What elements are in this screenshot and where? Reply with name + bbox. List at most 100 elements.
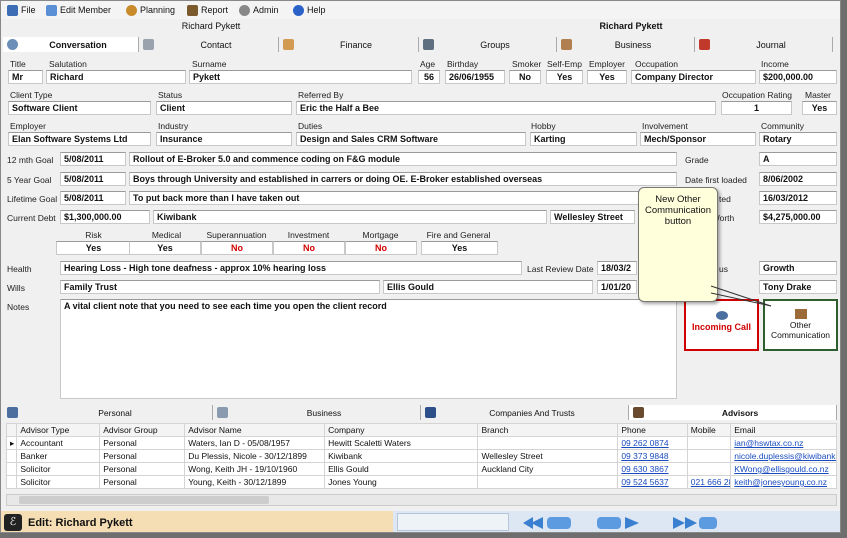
updated-field[interactable]: 16/03/2012: [759, 191, 837, 205]
last-review-field[interactable]: 18/03/2: [597, 261, 637, 275]
menu-planning[interactable]: Planning: [126, 3, 175, 17]
label-self-emp: Self-Emp: [547, 59, 582, 69]
referred-by-field[interactable]: Eric the Half a Bee: [296, 101, 716, 115]
col-company[interactable]: Company: [324, 423, 479, 437]
table-row[interactable]: Banker Personal Du Plessis, Nicole - 30/…: [5, 449, 837, 463]
grade-field[interactable]: A: [759, 152, 837, 166]
col-phone[interactable]: Phone: [617, 423, 688, 437]
industry-field[interactable]: Insurance: [156, 132, 292, 146]
goal-5-date-field[interactable]: 5/08/2011: [60, 172, 126, 186]
label-title: Title: [10, 59, 26, 69]
debt-amount-field[interactable]: $1,300,000.00: [60, 210, 150, 224]
self-emp-field[interactable]: Yes: [546, 70, 583, 84]
menu-admin[interactable]: Admin: [239, 3, 279, 17]
table-row[interactable]: ▸ Accountant Personal Waters, Ian D - 05…: [5, 436, 837, 450]
label-wills: Wills: [7, 283, 25, 293]
mortgage-field[interactable]: No: [345, 241, 417, 255]
col-advisor-name[interactable]: Advisor Name: [184, 423, 326, 437]
superannuation-field[interactable]: No: [201, 241, 273, 255]
master-field[interactable]: Yes: [802, 101, 837, 115]
title-field[interactable]: Mr: [8, 70, 43, 84]
tab-business-bottom[interactable]: Business: [213, 405, 421, 420]
investment-field[interactable]: No: [273, 241, 345, 255]
age-field[interactable]: 56: [418, 70, 440, 84]
label-current-debt: Current Debt: [7, 213, 56, 223]
table-row[interactable]: Solicitor Personal Wong, Keith JH - 19/1…: [5, 462, 837, 476]
col-advisor-group[interactable]: Advisor Group: [99, 423, 186, 437]
tab-journal[interactable]: Journal: [695, 37, 833, 52]
table-row[interactable]: Solicitor Personal Young, Keith - 30/12/…: [5, 475, 837, 489]
wills-date-field[interactable]: 1/01/20: [597, 280, 637, 294]
community-field[interactable]: Rotary: [759, 132, 837, 146]
first-record-button[interactable]: [521, 514, 577, 532]
tab-advisors[interactable]: Advisors: [629, 405, 837, 420]
planning-icon: [126, 4, 137, 16]
client-type-field[interactable]: Software Client: [8, 101, 151, 115]
occupation-rating-field[interactable]: 1: [721, 101, 792, 115]
income-field[interactable]: $200,000.00: [759, 70, 837, 84]
involvement-field[interactable]: Mech/Sponsor: [640, 132, 756, 146]
groups-icon: [423, 39, 434, 50]
business-icon: [217, 407, 228, 418]
scrollbar-thumb[interactable]: [19, 496, 269, 504]
tab-business[interactable]: Business: [557, 37, 695, 52]
risk-field[interactable]: Yes: [56, 241, 131, 255]
net-worth-field[interactable]: $4,275,000.00: [759, 210, 837, 224]
menu-report[interactable]: Report: [187, 3, 228, 17]
goal-life-text-field[interactable]: To put back more than I have taken out: [129, 191, 677, 205]
journal-icon: [699, 39, 710, 50]
menu-help[interactable]: Help: [293, 3, 326, 17]
tab-companies-trusts[interactable]: Companies And Trusts: [421, 405, 629, 420]
tab-contact[interactable]: Contact: [139, 37, 279, 52]
wills-solicitor-field[interactable]: Ellis Gould: [383, 280, 593, 294]
col-advisor-type[interactable]: Advisor Type: [16, 423, 101, 437]
last-record-button[interactable]: [669, 514, 725, 532]
next-record-button[interactable]: [595, 514, 651, 532]
member-name-left: Richard Pykett: [181, 21, 241, 31]
menu-file[interactable]: File: [7, 3, 36, 17]
debt-branch-field[interactable]: Wellesley Street: [550, 210, 635, 224]
label-investment: Investment: [287, 230, 330, 240]
tab-finance[interactable]: Finance: [279, 37, 419, 52]
label-occupation: Occupation: [635, 59, 678, 69]
edit-member-icon: [46, 4, 57, 16]
col-branch[interactable]: Branch: [477, 423, 619, 437]
table-scrollbar[interactable]: [6, 494, 837, 506]
goal-12-text-field[interactable]: Rollout of E-Broker 5.0 and commence cod…: [129, 152, 677, 166]
health-field[interactable]: Hearing Loss - High tone deafness - appr…: [60, 261, 522, 275]
goal-12-date-field[interactable]: 5/08/2011: [60, 152, 126, 166]
smoker-field[interactable]: No: [509, 70, 541, 84]
label-notes: Notes: [7, 302, 30, 312]
companies-icon: [425, 407, 436, 418]
menu-edit-member[interactable]: Edit Member: [46, 3, 111, 17]
label-updated: ted: [719, 194, 731, 204]
menu-bar: File Edit Member Planning Report Admin H…: [1, 1, 840, 19]
status-field[interactable]: Client: [156, 101, 292, 115]
salutation-field[interactable]: Richard: [46, 70, 186, 84]
wills-trust-field[interactable]: Family Trust: [60, 280, 380, 294]
goal-5-text-field[interactable]: Boys through University and established …: [129, 172, 677, 186]
goal-life-date-field[interactable]: 5/08/2011: [60, 191, 126, 205]
employer-q-field[interactable]: Yes: [587, 70, 627, 84]
hobby-field[interactable]: Karting: [530, 132, 637, 146]
tab-conversation[interactable]: Conversation: [3, 37, 139, 52]
fire-general-field[interactable]: Yes: [421, 241, 498, 255]
duties-field[interactable]: Design and Sales CRM Software: [296, 132, 526, 146]
col-mobile[interactable]: Mobile: [686, 423, 732, 437]
debt-bank-field[interactable]: Kiwibank: [153, 210, 547, 224]
notes-field[interactable]: A vital client note that you need to see…: [60, 299, 677, 399]
app-logo-icon: ℰ: [4, 514, 22, 531]
label-date-first-loaded: Date first loaded: [685, 175, 747, 185]
employer-field[interactable]: Elan Software Systems Ltd: [8, 132, 151, 146]
label-last-review: Last Review Date: [527, 264, 594, 274]
tab-groups[interactable]: Groups: [419, 37, 557, 52]
birthday-field[interactable]: 26/06/1955: [445, 70, 505, 84]
personal-icon: [7, 407, 18, 418]
col-email[interactable]: Email: [730, 423, 837, 437]
date-first-loaded-field[interactable]: 8/06/2002: [759, 172, 837, 186]
surname-field[interactable]: Pykett: [189, 70, 412, 84]
occupation-field[interactable]: Company Director: [631, 70, 756, 84]
label-occupation-rating: Occupation Rating: [722, 90, 792, 100]
medical-field[interactable]: Yes: [129, 241, 201, 255]
tab-personal[interactable]: Personal: [3, 405, 213, 420]
